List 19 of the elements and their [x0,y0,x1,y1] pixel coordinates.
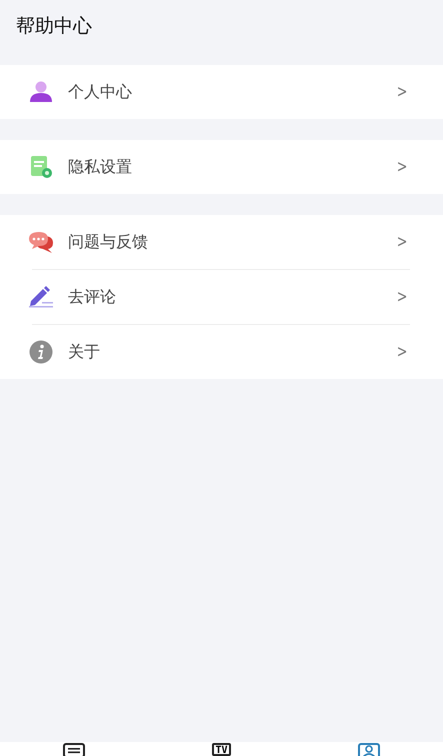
document-icon [29,155,53,179]
person-icon [29,81,53,103]
chevron-icon: > [396,82,408,102]
info-icon [29,340,53,364]
chevron-icon: > [396,157,408,177]
chevron-icon: > [396,342,408,362]
folder-icon[interactable] [62,743,85,756]
chevron-icon: > [396,287,408,307]
menu-item[interactable]: 个人中心 > [28,65,415,119]
chat-icon [28,230,54,254]
person-icon[interactable] [358,743,380,756]
pen-icon [28,286,54,308]
menu-item[interactable]: 关于 > [28,325,415,379]
menu-item[interactable]: 去评论 > [28,270,415,324]
menu-item[interactable]: 问题与反馈 > [28,215,415,269]
page-title: 帮助中心 [16,14,92,39]
menu-item[interactable]: 隐私设置 > [28,140,415,194]
tv-icon[interactable]: TV [212,743,231,756]
chevron-icon: > [396,232,408,252]
